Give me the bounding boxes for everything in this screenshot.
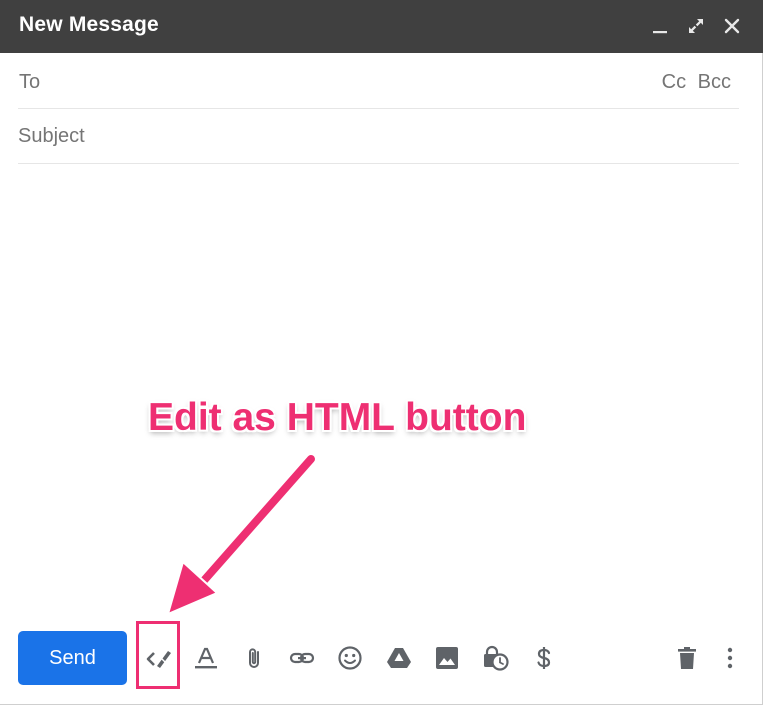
compose-title: New Message — [19, 13, 159, 36]
expand-icon[interactable] — [684, 14, 708, 38]
cc-bcc-links: Cc Bcc — [656, 71, 731, 94]
formatting-options-icon[interactable] — [192, 644, 220, 672]
minimize-icon[interactable] — [648, 14, 672, 38]
insert-photo-icon[interactable] — [433, 644, 461, 672]
subject-input[interactable] — [18, 119, 739, 153]
insert-link-icon[interactable] — [288, 644, 316, 672]
confidential-mode-icon[interactable] — [481, 644, 509, 672]
message-body[interactable] — [18, 170, 739, 600]
cc-link[interactable]: Cc — [662, 71, 686, 93]
send-money-icon[interactable] — [530, 644, 558, 672]
compose-titlebar[interactable]: New Message — [0, 0, 763, 53]
to-field[interactable]: To Cc Bcc — [18, 54, 739, 109]
edit-as-html-icon[interactable] — [144, 644, 172, 672]
to-label: To — [19, 71, 41, 93]
compose-window: New Message To Cc Bcc Send — [0, 0, 763, 705]
discard-draft-icon[interactable] — [673, 644, 701, 672]
bcc-link[interactable]: Bcc — [698, 71, 731, 93]
close-icon[interactable] — [720, 14, 744, 38]
more-options-icon[interactable] — [716, 644, 744, 672]
attach-files-icon[interactable] — [241, 644, 269, 672]
annotation-label: Edit as HTML button — [148, 396, 527, 439]
send-button[interactable]: Send — [18, 631, 127, 685]
to-input[interactable] — [66, 64, 629, 98]
insert-emoji-icon[interactable] — [336, 644, 364, 672]
subject-field[interactable] — [18, 109, 739, 164]
insert-drive-icon[interactable] — [385, 644, 413, 672]
